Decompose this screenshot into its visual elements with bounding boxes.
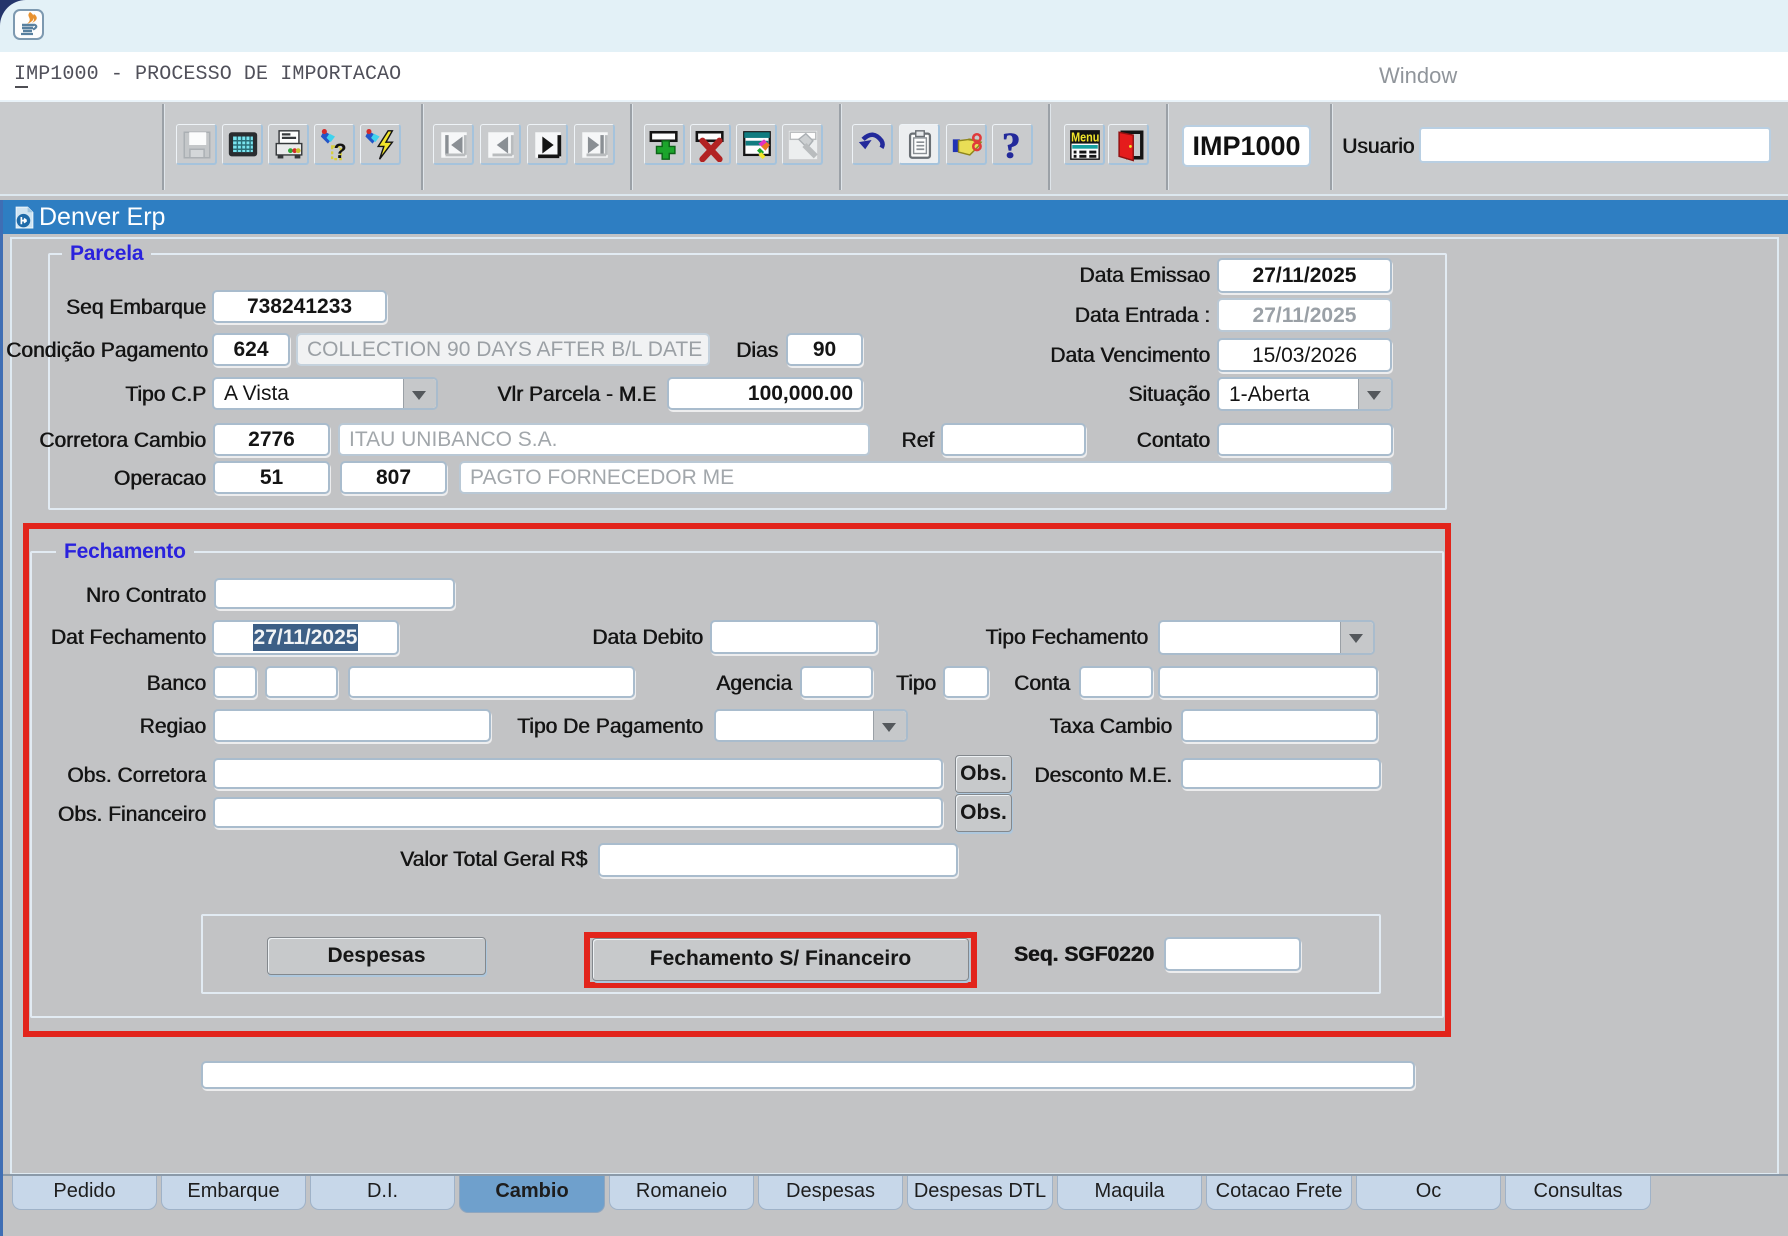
svg-text:?: ?	[1003, 128, 1021, 162]
svg-text:?: ?	[334, 139, 347, 162]
svg-text:Menu: Menu	[1071, 130, 1099, 145]
